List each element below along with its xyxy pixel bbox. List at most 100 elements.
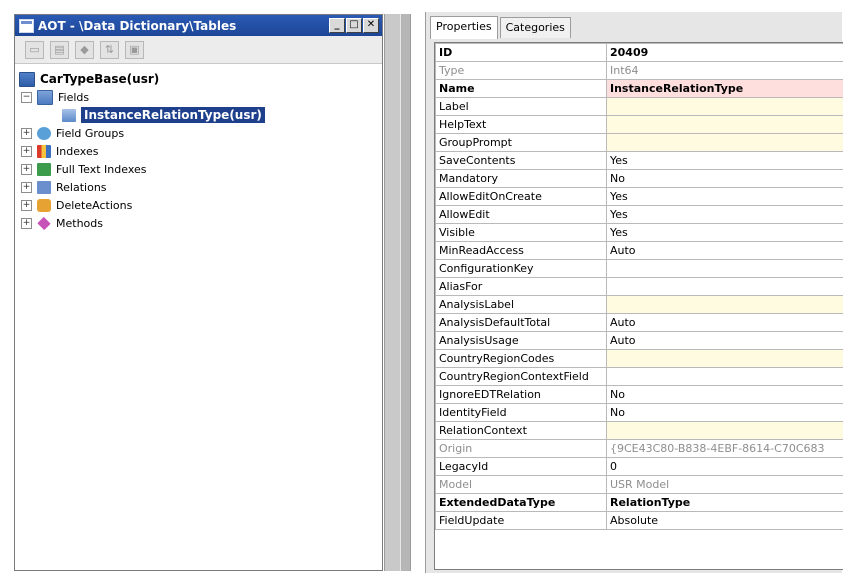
property-row[interactable]: IdentityField No xyxy=(435,403,843,422)
property-value[interactable]: Yes xyxy=(606,205,843,224)
property-value[interactable] xyxy=(606,367,843,386)
property-row[interactable]: ConfigurationKey xyxy=(435,259,843,278)
property-key: Origin xyxy=(435,439,607,458)
property-value[interactable] xyxy=(606,133,843,152)
property-value[interactable]: Absolute xyxy=(606,511,843,530)
expand-icon[interactable]: + xyxy=(21,163,32,175)
property-value[interactable] xyxy=(606,295,843,314)
tree-node-label: DeleteActions xyxy=(56,198,133,212)
property-key: ConfigurationKey xyxy=(435,259,607,278)
property-key: AnalysisLabel xyxy=(435,295,607,314)
property-value[interactable]: Auto xyxy=(606,313,843,332)
property-row[interactable]: AnalysisDefaultTotal Auto xyxy=(435,313,843,332)
property-value[interactable] xyxy=(606,277,843,296)
aot-tree: CarTypeBase(usr) − Fields InstanceRelati… xyxy=(15,64,382,232)
property-value[interactable]: 0 xyxy=(606,457,843,476)
splitter[interactable] xyxy=(384,14,411,571)
expand-icon[interactable]: + xyxy=(21,181,32,193)
property-value[interactable]: Auto xyxy=(606,331,843,350)
property-row[interactable]: SaveContents Yes xyxy=(435,151,843,170)
property-value[interactable]: Auto xyxy=(606,241,843,260)
property-key: CountryRegionContextField xyxy=(435,367,607,386)
property-row[interactable]: ExtendedDataType RelationType xyxy=(435,493,843,512)
property-value[interactable]: No xyxy=(606,403,843,422)
properties-icon[interactable]: ▤ xyxy=(50,40,69,59)
property-value[interactable]: No xyxy=(606,169,843,188)
property-grid: ID 20409 Type Int64 Name InstanceRelationType… xyxy=(434,42,843,570)
tree-node-fields[interactable]: − Fields xyxy=(19,88,382,106)
tree-node-field-groups[interactable]: + Field Groups xyxy=(19,124,382,142)
property-key: Label xyxy=(435,97,607,116)
tree-node-indexes[interactable]: + Indexes xyxy=(19,142,382,160)
property-row[interactable]: Name InstanceRelationType xyxy=(435,79,843,98)
maximize-button[interactable]: □ xyxy=(346,18,362,33)
property-row[interactable]: HelpText xyxy=(435,115,843,134)
tree-node-selected-field[interactable]: InstanceRelationType(usr) xyxy=(19,106,382,124)
property-row[interactable]: Mandatory No xyxy=(435,169,843,188)
property-value[interactable]: Yes xyxy=(606,223,843,242)
tree-node-label: Methods xyxy=(56,216,103,230)
property-value[interactable] xyxy=(606,259,843,278)
property-value[interactable]: RelationType xyxy=(606,493,843,512)
property-row[interactable]: CountryRegionCodes xyxy=(435,349,843,368)
minimize-button[interactable]: _ xyxy=(329,18,345,33)
property-key: IdentityField xyxy=(435,403,607,422)
property-value[interactable]: No xyxy=(606,385,843,404)
tab-properties[interactable]: Properties xyxy=(430,16,498,39)
property-row[interactable]: FieldUpdate Absolute xyxy=(435,511,843,530)
compile-icon[interactable]: ◆ xyxy=(75,40,94,59)
property-key: Model xyxy=(435,475,607,494)
property-row[interactable]: AllowEditOnCreate Yes xyxy=(435,187,843,206)
property-row[interactable]: ID 20409 xyxy=(435,43,843,62)
property-value[interactable] xyxy=(606,349,843,368)
property-key: GroupPrompt xyxy=(435,133,607,152)
property-row[interactable]: AnalysisUsage Auto xyxy=(435,331,843,350)
table-icon xyxy=(19,71,35,87)
property-row[interactable]: CountryRegionContextField xyxy=(435,367,843,386)
property-row[interactable]: Model USR Model xyxy=(435,475,843,494)
property-value[interactable] xyxy=(606,115,843,134)
property-row[interactable]: MinReadAccess Auto xyxy=(435,241,843,260)
tree-node-label: Relations xyxy=(56,180,107,194)
expand-icon[interactable]: + xyxy=(21,145,32,157)
property-key: ID xyxy=(435,43,607,62)
expand-icon[interactable]: + xyxy=(21,217,32,229)
property-row[interactable]: Origin {9CE43C80-B838-4EBF-8614-C70C683 xyxy=(435,439,843,458)
property-row[interactable]: Visible Yes xyxy=(435,223,843,242)
property-row[interactable]: IgnoreEDTRelation No xyxy=(435,385,843,404)
tree-node-methods[interactable]: + Methods xyxy=(19,214,382,232)
aot-title-bar[interactable]: AOT - \Data Dictionary\Tables _ □ ✕ xyxy=(15,15,382,36)
property-row[interactable]: RelationContext xyxy=(435,421,843,440)
close-button[interactable]: ✕ xyxy=(363,18,379,33)
property-row[interactable]: AliasFor xyxy=(435,277,843,296)
collapse-icon[interactable]: − xyxy=(21,91,32,103)
property-value[interactable] xyxy=(606,421,843,440)
sort-icon[interactable]: ⇅ xyxy=(100,40,119,59)
expand-icon[interactable]: + xyxy=(21,127,32,139)
property-row[interactable]: AllowEdit Yes xyxy=(435,205,843,224)
property-key: AllowEditOnCreate xyxy=(435,187,607,206)
tree-node-relations[interactable]: + Relations xyxy=(19,178,382,196)
full-text-index-icon xyxy=(37,162,51,176)
save-icon[interactable]: ▣ xyxy=(125,40,144,59)
relations-icon xyxy=(37,180,51,194)
property-row[interactable]: Label xyxy=(435,97,843,116)
open-icon[interactable]: ▭ xyxy=(25,40,44,59)
property-row[interactable]: GroupPrompt xyxy=(435,133,843,152)
tree-root-label: CarTypeBase(usr) xyxy=(40,72,160,86)
property-value[interactable]: InstanceRelationType xyxy=(606,79,843,98)
tree-node-full-text-indexes[interactable]: + Full Text Indexes xyxy=(19,160,382,178)
property-row[interactable]: LegacyId 0 xyxy=(435,457,843,476)
tree-node-root[interactable]: CarTypeBase(usr) xyxy=(19,70,382,88)
property-value[interactable]: Yes xyxy=(606,187,843,206)
property-value[interactable]: Yes xyxy=(606,151,843,170)
expand-icon[interactable]: + xyxy=(21,199,32,211)
property-value[interactable]: 20409 xyxy=(606,43,843,62)
tree-node-delete-actions[interactable]: + DeleteActions xyxy=(19,196,382,214)
aot-title: AOT - \Data Dictionary\Tables xyxy=(38,18,237,33)
property-row[interactable]: AnalysisLabel xyxy=(435,295,843,314)
tree-node-label: Full Text Indexes xyxy=(56,162,147,176)
property-row[interactable]: Type Int64 xyxy=(435,61,843,80)
tab-categories[interactable]: Categories xyxy=(499,17,571,38)
property-value[interactable] xyxy=(606,97,843,116)
